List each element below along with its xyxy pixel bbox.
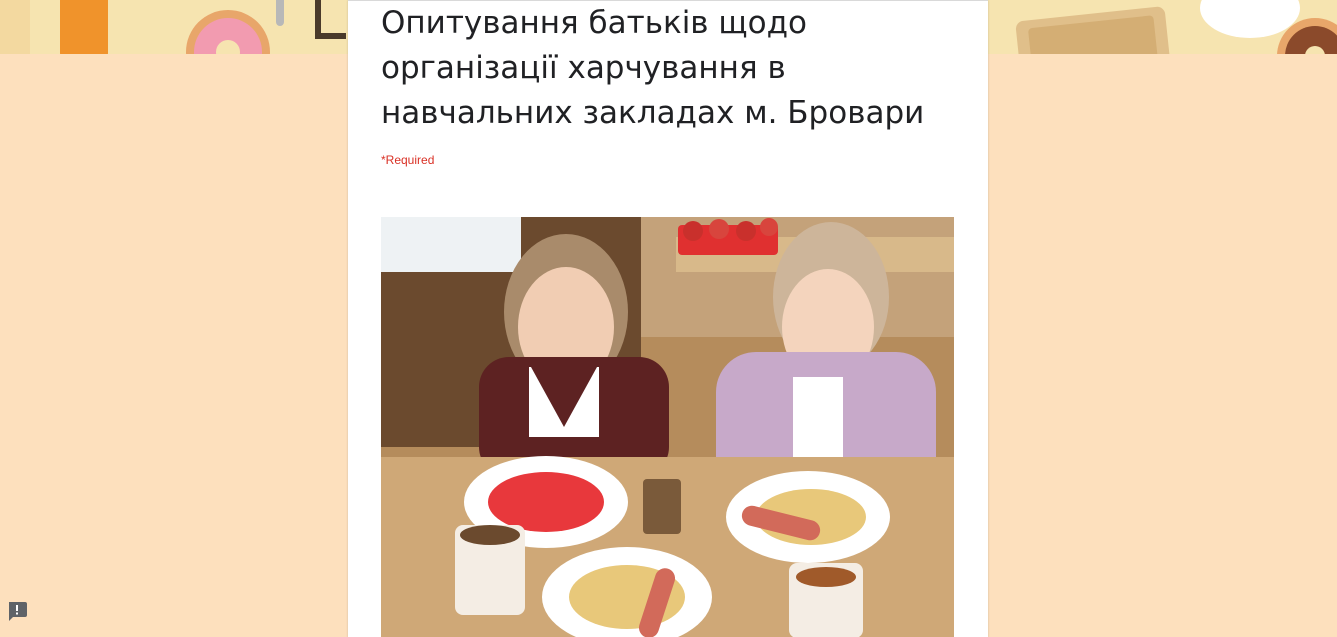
report-problem-button[interactable]: [6, 600, 28, 622]
required-note: *Required: [381, 153, 435, 167]
form-title: Опитування батьків щодо організації харч…: [381, 5, 925, 131]
report-problem-icon: [9, 602, 27, 621]
form-page: Опитування батьків щодо організації харч…: [0, 0, 1337, 637]
school-lunch-photo: [381, 217, 954, 637]
school-lunch-photo-image: [381, 217, 954, 637]
form-header-card: Опитування батьків щодо організації харч…: [348, 0, 988, 637]
